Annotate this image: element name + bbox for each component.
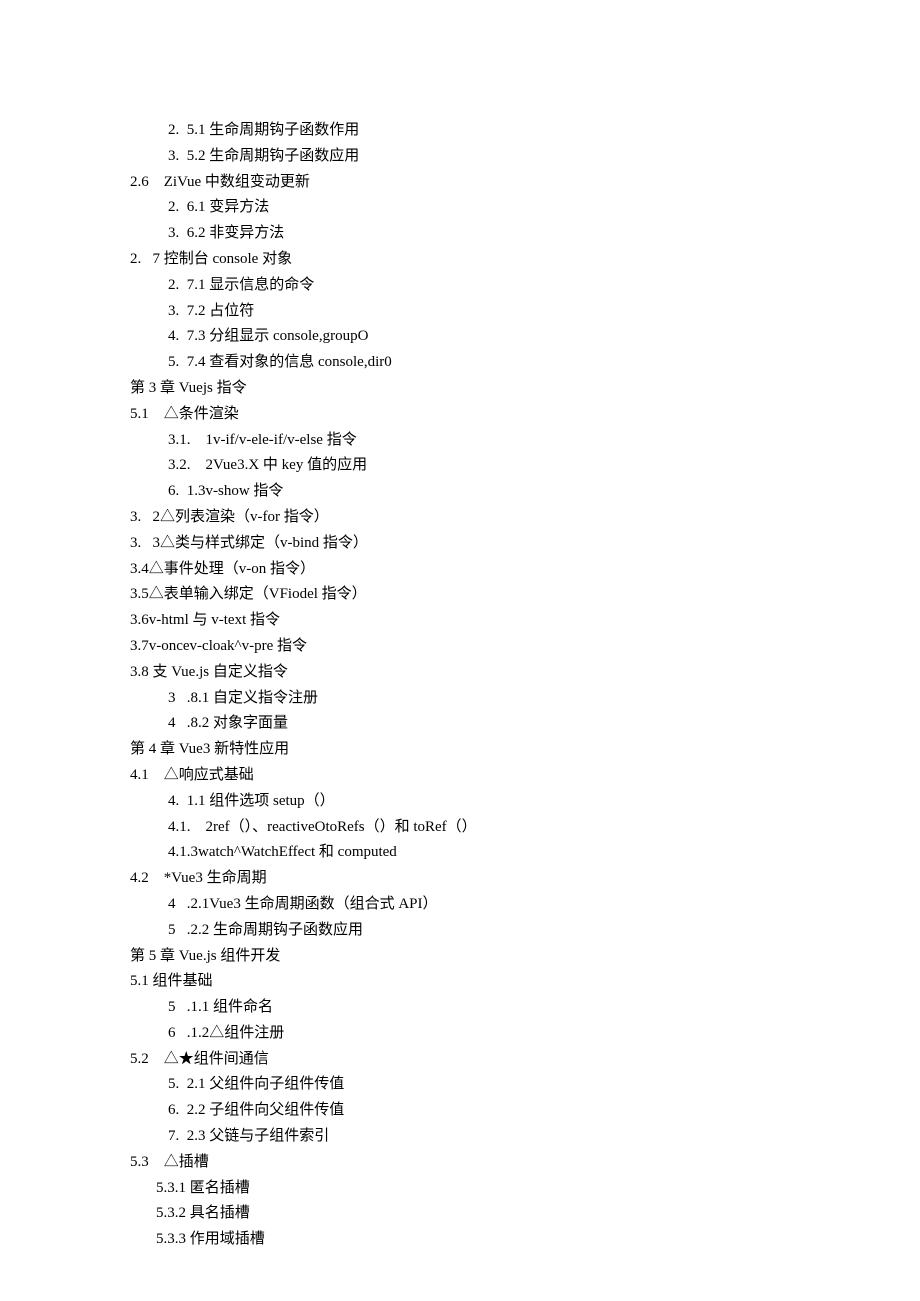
outline-line: 5.3.3 作用域插槽 <box>130 1227 920 1253</box>
outline-line: 3.2. 2Vue3.X 中 key 值的应用 <box>130 453 920 479</box>
outline-line: 5.3 △插槽 <box>130 1150 920 1176</box>
outline-line: 3.8 支 Vue.js 自定义指令 <box>130 660 920 686</box>
outline-line: 第 3 章 Vuejs 指令 <box>130 376 920 402</box>
outline-line: 2. 7 控制台 console 对象 <box>130 247 920 273</box>
outline-line: 7. 2.3 父链与子组件索引 <box>130 1124 920 1150</box>
outline-line: 第 5 章 Vue.js 组件开发 <box>130 944 920 970</box>
outline-line: 5.3.2 具名插槽 <box>130 1201 920 1227</box>
outline-line: 3. 2△列表渲染（v-for 指令） <box>130 505 920 531</box>
outline-line: 第 4 章 Vue3 新特性应用 <box>130 737 920 763</box>
outline-line: 4. 7.3 分组显示 console,groupO <box>130 324 920 350</box>
outline-line: 2. 7.1 显示信息的命令 <box>130 273 920 299</box>
outline-line: 2.6 ZiVue 中数组变动更新 <box>130 170 920 196</box>
outline-line: 3.4△事件处理（v-on 指令） <box>130 557 920 583</box>
outline-line: 3. 3△类与样式绑定（v-bind 指令） <box>130 531 920 557</box>
outline-line: 2. 6.1 变异方法 <box>130 195 920 221</box>
outline-line: 5 .2.2 生命周期钩子函数应用 <box>130 918 920 944</box>
outline-line: 3. 7.2 占位符 <box>130 299 920 325</box>
outline-line: 5. 2.1 父组件向子组件传值 <box>130 1072 920 1098</box>
outline-line: 3.5△表单输入绑定（VFiodel 指令） <box>130 582 920 608</box>
outline-line: 6. 2.2 子组件向父组件传值 <box>130 1098 920 1124</box>
outline-line: 3 .8.1 自定义指令注册 <box>130 686 920 712</box>
outline-line: 3.6v-html 与 v-text 指令 <box>130 608 920 634</box>
outline-line: 5.1 △条件渲染 <box>130 402 920 428</box>
outline-line: 5 .1.1 组件命名 <box>130 995 920 1021</box>
outline-line: 4.1.3watch^WatchEffect 和 computed <box>130 840 920 866</box>
outline-line: 3. 6.2 非变异方法 <box>130 221 920 247</box>
outline-line: 6 .1.2△组件注册 <box>130 1021 920 1047</box>
outline-line: 5.3.1 匿名插槽 <box>130 1176 920 1202</box>
outline-line: 4.1. 2ref（）、reactiveOtoRefs（）和 toRef（） <box>130 815 920 841</box>
outline-line: 4 .2.1Vue3 生命周期函数（组合式 API） <box>130 892 920 918</box>
outline-line: 4. 1.1 组件选项 setup（） <box>130 789 920 815</box>
outline-line: 4 .8.2 对象字面量 <box>130 711 920 737</box>
outline-line: 3.1. 1v-if/v-ele-if/v-else 指令 <box>130 428 920 454</box>
outline-line: 3.7v-oncev-cloak^v-pre 指令 <box>130 634 920 660</box>
outline-line: 2. 5.1 生命周期钩子函数作用 <box>130 118 920 144</box>
outline-line: 3. 5.2 生命周期钩子函数应用 <box>130 144 920 170</box>
outline-line: 5.1 组件基础 <box>130 969 920 995</box>
outline-line: 6. 1.3v-show 指令 <box>130 479 920 505</box>
outline-line: 4.1 △响应式基础 <box>130 763 920 789</box>
outline-line: 5. 7.4 查看对象的信息 console,dir0 <box>130 350 920 376</box>
outline-line: 4.2 *Vue3 生命周期 <box>130 866 920 892</box>
outline-line: 5.2 △★组件间通信 <box>130 1047 920 1073</box>
document-outline: 2. 5.1 生命周期钩子函数作用3. 5.2 生命周期钩子函数应用2.6 Zi… <box>130 118 920 1253</box>
